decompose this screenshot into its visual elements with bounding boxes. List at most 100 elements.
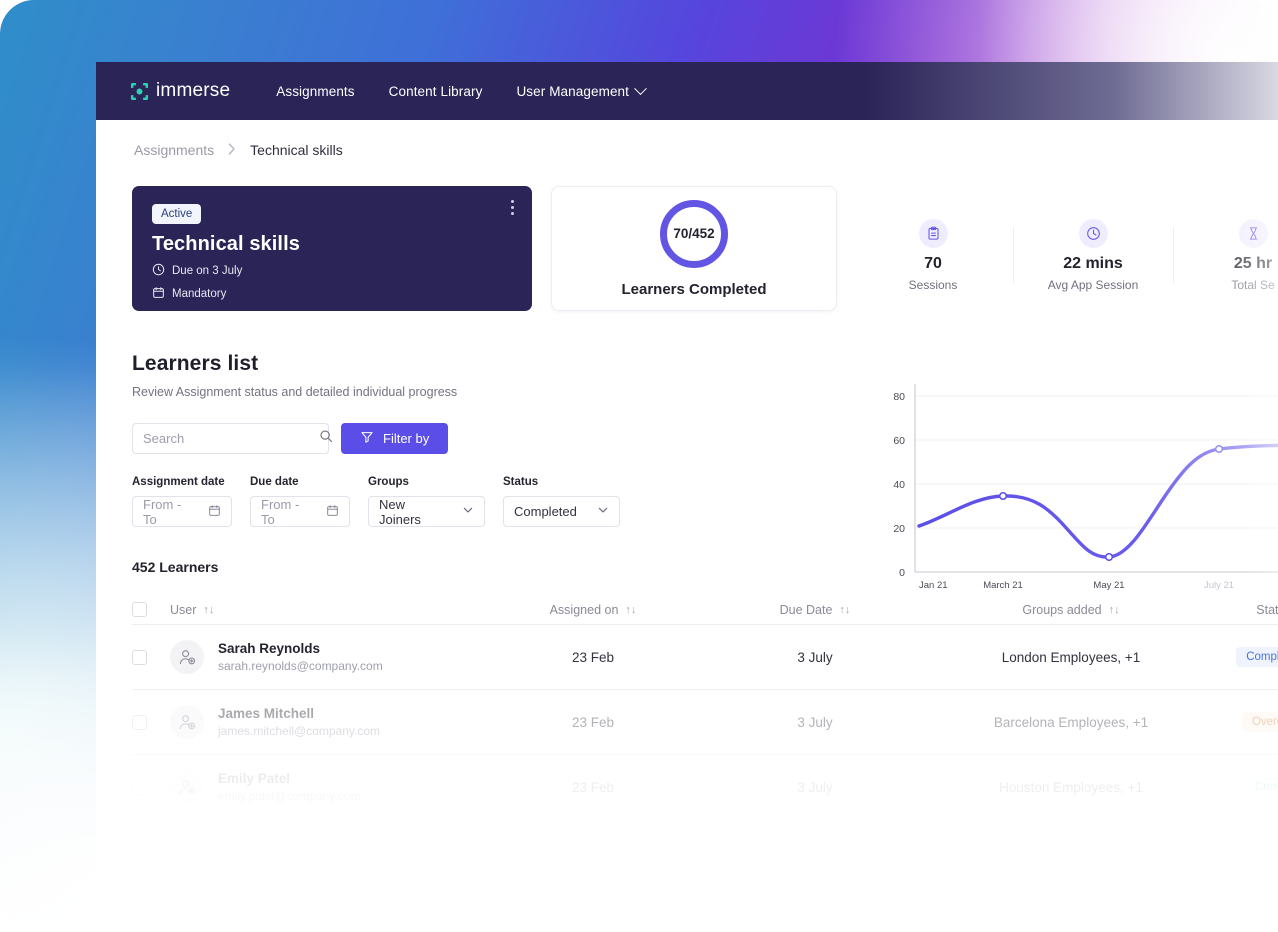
- filter-assignment-date-value: From - To: [143, 496, 182, 527]
- col-groups-added-label: Groups added: [1022, 602, 1102, 617]
- sort-icon[interactable]: ↑↓: [625, 604, 636, 616]
- col-user-label: User: [170, 602, 197, 617]
- calendar-icon: [152, 286, 165, 302]
- nav-link-user-management[interactable]: User Management: [516, 81, 647, 99]
- clock-icon: [152, 263, 165, 279]
- table-row[interactable]: Emily Patel emily.patel@company.com 23 F…: [132, 755, 1278, 820]
- stat-avg-app-session-label: Avg App Session: [1047, 277, 1139, 292]
- kebab-menu-icon[interactable]: [511, 200, 514, 218]
- row-user-email: sarah.reynolds@company.com: [218, 659, 383, 673]
- row-user-cell: James Mitchell james.mitchell@company.co…: [170, 705, 482, 739]
- sort-icon[interactable]: ↑↓: [203, 604, 214, 616]
- status-badge: Overdue: [1241, 712, 1278, 732]
- row-groups: London Employees, +1: [1001, 649, 1141, 665]
- immerse-logo-icon: [130, 82, 149, 101]
- row-select-cell: [132, 779, 170, 795]
- stat-sessions-label: Sessions: [908, 277, 958, 292]
- assignment-title: Technical skills: [152, 233, 300, 255]
- breadcrumb-parent[interactable]: Assignments: [134, 142, 214, 158]
- search-box[interactable]: [132, 423, 332, 454]
- filter-by-label: Filter by: [383, 431, 430, 446]
- chevron-down-icon: [462, 504, 474, 519]
- filter-due-date-control[interactable]: From - To: [250, 496, 350, 527]
- filter-due-date-label: Due date: [250, 476, 299, 488]
- filter-status: Status Completed: [503, 476, 620, 527]
- row-groups: Barcelona Employees, +1: [993, 714, 1149, 730]
- row-due-date: 3 July: [797, 714, 833, 730]
- row-checkbox[interactable]: [132, 649, 147, 665]
- col-assigned-on[interactable]: Assigned on ↑↓: [482, 601, 704, 619]
- stat-total-session-value: 25 hr: [1233, 254, 1273, 272]
- row-due-date: 3 July: [797, 779, 833, 795]
- assignment-due-label: Due on 3 July: [172, 265, 243, 277]
- stat-total-session: 25 hr Total Se: [1173, 218, 1278, 292]
- search-input[interactable]: [143, 431, 319, 446]
- row-checkbox[interactable]: [132, 779, 147, 795]
- progress-card: 70/452 Learners Completed: [551, 186, 837, 311]
- filter-assignment-date: Assignment date From - To: [132, 476, 232, 527]
- assignment-mandatory-label: Mandatory: [172, 288, 227, 300]
- col-due-date[interactable]: Due Date ↑↓: [704, 601, 926, 619]
- col-groups-added[interactable]: Groups added ↑↓: [926, 601, 1216, 619]
- table-row[interactable]: James Mitchell james.mitchell@company.co…: [132, 690, 1278, 755]
- filter-status-select[interactable]: Completed: [503, 496, 620, 527]
- avatar: [170, 640, 204, 674]
- table-row[interactable]: Sarah Reynolds sarah.reynolds@company.co…: [132, 625, 1278, 690]
- row-user-email: james.mitchell@company.com: [218, 724, 381, 738]
- nav-link-assignments[interactable]: Assignments: [276, 84, 354, 99]
- search-icon[interactable]: [319, 429, 333, 448]
- nav-link-content-library[interactable]: Content Library: [389, 84, 483, 99]
- clock-icon: [1078, 218, 1108, 248]
- row-checkbox[interactable]: [132, 714, 147, 730]
- breadcrumb-separator-icon: [228, 142, 236, 158]
- row-assigned-on: 23 Feb: [571, 714, 615, 730]
- stats-card: 70 Sessions 22 mins Avg App Session 25 h…: [853, 192, 1278, 318]
- filter-groups-value: New Joiners: [379, 496, 421, 527]
- status-badge: Completed: [1236, 647, 1278, 667]
- row-assigned-on: 23 Feb: [571, 779, 615, 795]
- col-status: Status: [1216, 601, 1278, 619]
- brand-logo[interactable]: immerse: [130, 80, 230, 102]
- calendar-icon: [208, 504, 221, 520]
- nav-link-content-library-label: Content Library: [388, 83, 483, 99]
- row-status-cell: Completed: [1216, 647, 1278, 667]
- row-groups: Houston Employees, +1: [999, 779, 1143, 795]
- avatar: [170, 770, 204, 804]
- clipboard-icon: [918, 218, 948, 248]
- stat-sessions-value: 70: [924, 254, 942, 272]
- col-due-date-label: Due Date: [779, 602, 833, 617]
- breadcrumb-current: Technical skills: [250, 142, 343, 158]
- col-status-label: Status: [1256, 602, 1278, 617]
- progress-ring-value: 70/452: [673, 226, 715, 241]
- nav-link-assignments-label: Assignments: [276, 83, 355, 99]
- filter-groups-select[interactable]: New Joiners: [368, 496, 485, 527]
- sort-icon[interactable]: ↑↓: [1109, 604, 1120, 616]
- filter-assignment-date-control[interactable]: From - To: [132, 496, 232, 527]
- status-badge: Current: [1244, 777, 1278, 797]
- filter-due-date-value: From - To: [261, 496, 300, 527]
- brand-name: immerse: [156, 80, 231, 101]
- app-window: immerse Assignments Content Library User…: [96, 62, 1278, 932]
- filter-by-button[interactable]: Filter by: [341, 423, 449, 454]
- select-all-checkbox[interactable]: [132, 602, 147, 617]
- nav-link-user-management-label: User Management: [516, 83, 630, 99]
- row-due-date: 3 July: [797, 649, 833, 665]
- stat-sessions: 70 Sessions: [853, 218, 1013, 292]
- filter-status-label: Status: [503, 476, 539, 488]
- hourglass-icon: [1238, 218, 1268, 248]
- stat-avg-app-session-value: 22 mins: [1063, 254, 1123, 272]
- assignment-mandatory: Mandatory: [152, 286, 512, 302]
- col-user[interactable]: User ↑↓: [170, 603, 482, 617]
- row-assigned-on: 23 Feb: [571, 649, 615, 665]
- filter-groups: Groups New Joiners: [368, 476, 485, 527]
- row-user-cell: Sarah Reynolds sarah.reynolds@company.co…: [170, 640, 482, 674]
- learners-count: 452 Learners: [132, 559, 219, 575]
- chevron-down-icon: [634, 81, 647, 95]
- assignment-due: Due on 3 July: [152, 263, 512, 279]
- learners-section: Learners list Review Assignment status a…: [132, 352, 1278, 820]
- row-status-cell: Overdue: [1216, 712, 1278, 732]
- table-header-row: User ↑↓ Assigned on ↑↓ Due Date ↑↓ Group…: [132, 595, 1278, 625]
- row-user-name: Sarah Reynolds: [218, 641, 321, 656]
- sort-icon[interactable]: ↑↓: [839, 604, 850, 616]
- filter-groups-label: Groups: [368, 476, 409, 488]
